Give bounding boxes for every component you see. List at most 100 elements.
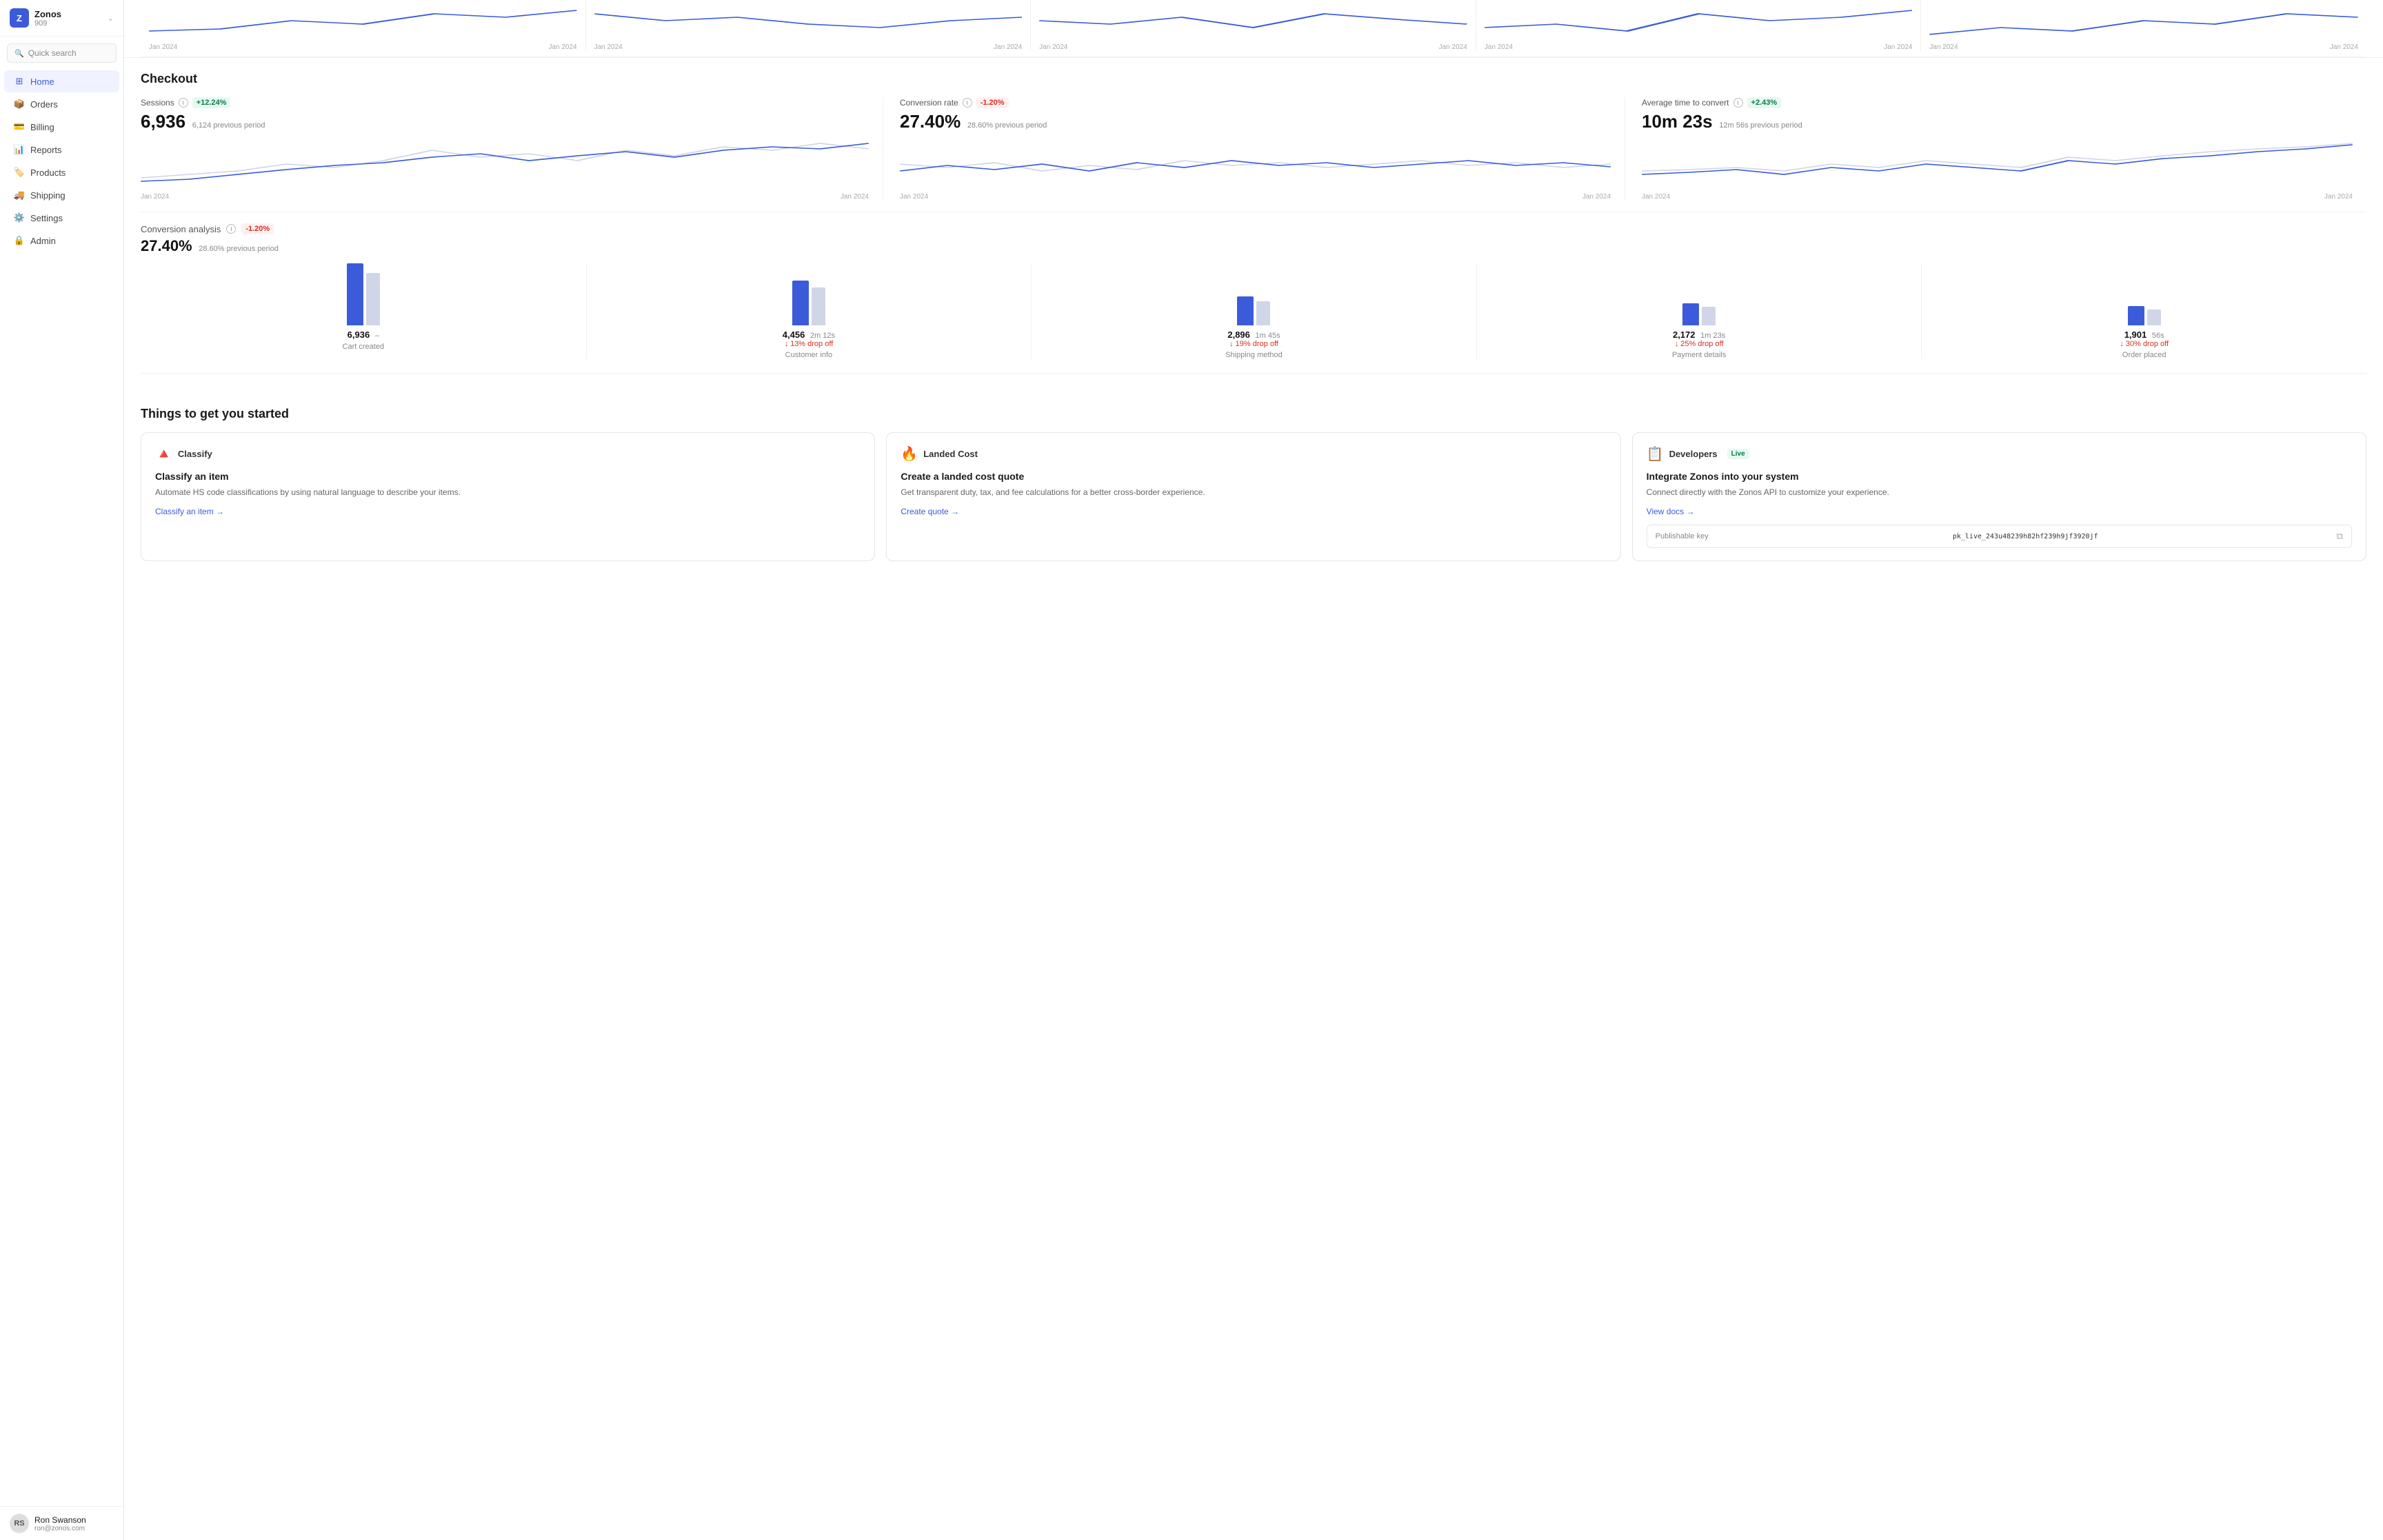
publishable-key-row: Publishable key pk_live_243u48239h82hf23… xyxy=(1647,525,2352,548)
quick-search[interactable]: 🔍 Quick search xyxy=(7,43,117,63)
sessions-value-row: 6,936 6,124 previous period xyxy=(141,111,869,132)
bar-prev xyxy=(2147,310,2161,325)
settings-icon: ⚙️ xyxy=(14,212,25,223)
analysis-value: 27.40% xyxy=(141,237,192,254)
feature-card-landed-cost: 🔥 Landed Cost Create a landed cost quote… xyxy=(886,432,1620,561)
analysis-prev: 28.60% previous period xyxy=(199,245,279,253)
sidebar-item-label: Reports xyxy=(30,145,62,155)
conversion-label: Conversion rate xyxy=(900,98,958,108)
search-icon: 🔍 xyxy=(14,49,24,58)
card-link[interactable]: Create quote → xyxy=(901,507,1606,516)
card-desc: Automate HS code classifications by usin… xyxy=(155,486,861,498)
bar-current xyxy=(347,263,363,325)
key-label: Publishable key xyxy=(1656,532,1709,540)
conversion-chart-labels: Jan 2024 Jan 2024 xyxy=(900,193,1611,201)
sidebar-item-shipping[interactable]: 🚚 Shipping xyxy=(4,184,119,206)
search-placeholder: Quick search xyxy=(28,48,77,58)
sidebar-item-billing[interactable]: 💳 Billing xyxy=(4,116,119,138)
sidebar-item-home[interactable]: ⊞ Home xyxy=(4,70,119,92)
funnel-label: Customer info xyxy=(785,351,832,359)
avg-time-chart xyxy=(1642,136,2353,192)
conversion-info-icon[interactable]: i xyxy=(963,98,972,108)
funnel-count: 2,172 xyxy=(1673,330,1696,340)
card-service-name: Landed Cost xyxy=(923,449,978,459)
avg-time-info-icon[interactable]: i xyxy=(1733,98,1743,108)
sidebar-item-reports[interactable]: 📊 Reports xyxy=(4,139,119,161)
conversion-value: 27.40% xyxy=(900,111,961,132)
sessions-label: Sessions xyxy=(141,98,174,108)
sessions-chart-labels: Jan 2024 Jan 2024 xyxy=(141,193,869,201)
funnel-drop: ↓ 13% drop off xyxy=(785,340,834,348)
sidebar-header: Z Zonos 909 ⌄ xyxy=(0,0,123,37)
avg-time-badge: +2.43% xyxy=(1747,97,1782,108)
conversion-prev: 28.60% previous period xyxy=(967,121,1047,130)
copy-icon[interactable]: ⧉ xyxy=(2337,531,2343,542)
funnel-item: 2,172 1m 23s ↓ 25% drop off Payment deta… xyxy=(1476,263,1922,359)
feature-card-developers: 📋 Developers Live Integrate Zonos into y… xyxy=(1632,432,2366,561)
funnel-label: Cart created xyxy=(343,343,385,351)
funnel-row: 6,936 – Cart created 4,456 2m 12s ↓ 13% … xyxy=(141,263,2366,359)
card-icon-row: 📋 Developers Live xyxy=(1647,445,2352,463)
chart-date-range: Jan 2024 Jan 2024 xyxy=(149,43,577,51)
avg-time-chart-labels: Jan 2024 Jan 2024 xyxy=(1642,193,2353,201)
top-chart-4: Jan 2024 Jan 2024 xyxy=(1476,0,1922,51)
live-badge: Live xyxy=(1727,449,1749,459)
funnel-item: 1,901 56s ↓ 30% drop off Order placed xyxy=(1921,263,2366,359)
funnel-count-row: 2,896 1m 45s xyxy=(1227,330,1280,340)
funnel-count: 1,901 xyxy=(2124,330,2147,340)
card-link[interactable]: Classify an item → xyxy=(155,507,861,516)
sidebar-item-products[interactable]: 🏷️ Products xyxy=(4,161,119,183)
sessions-info-icon[interactable]: i xyxy=(179,98,188,108)
top-charts-row: Jan 2024 Jan 2024 Jan 2024 Jan 2024 xyxy=(141,0,2366,57)
funnel-item: 2,896 1m 45s ↓ 19% drop off Shipping met… xyxy=(1031,263,1476,359)
billing-icon: 💳 xyxy=(14,121,25,132)
things-title: Things to get you started xyxy=(141,390,2366,432)
funnel-bar xyxy=(1237,263,1270,325)
home-icon: ⊞ xyxy=(14,76,25,87)
chart-date-range: Jan 2024 Jan 2024 xyxy=(1485,43,1913,51)
sidebar-nav: ⊞ Home 📦 Orders 💳 Billing 📊 Reports 🏷️ P… xyxy=(0,70,123,252)
sidebar-item-settings[interactable]: ⚙️ Settings xyxy=(4,207,119,229)
funnel-count-row: 1,901 56s xyxy=(2124,330,2164,340)
conversion-badge: -1.20% xyxy=(976,97,1009,108)
user-email: ron@zonos.com xyxy=(34,1525,86,1532)
sidebar-item-label: Admin xyxy=(30,236,56,246)
top-chart-5: Jan 2024 Jan 2024 xyxy=(1921,0,2366,51)
reports-icon: 📊 xyxy=(14,144,25,155)
sidebar-item-label: Shipping xyxy=(30,190,66,201)
bar-prev xyxy=(1702,307,1716,325)
avg-time-prev: 12m 56s previous period xyxy=(1719,121,1802,130)
sessions-prev: 6,124 previous period xyxy=(192,121,265,130)
funnel-label: Order placed xyxy=(2122,351,2166,359)
analysis-info-icon[interactable]: i xyxy=(226,224,236,234)
funnel-count: 6,936 xyxy=(348,330,370,340)
card-link[interactable]: View docs → xyxy=(1647,507,2352,516)
sessions-stat: Sessions i +12.24% 6,936 6,124 previous … xyxy=(141,97,883,201)
funnel-time: – xyxy=(375,332,379,340)
sidebar-item-orders[interactable]: 📦 Orders xyxy=(4,93,119,115)
conversion-analysis: Conversion analysis i -1.20% 27.40% 28.6… xyxy=(141,223,2366,374)
funnel-item: 6,936 – Cart created xyxy=(141,263,586,359)
sidebar-item-admin[interactable]: 🔒 Admin xyxy=(4,230,119,252)
conversion-header: Conversion rate i -1.20% xyxy=(900,97,1611,108)
card-emoji: 🔥 xyxy=(901,445,918,463)
shipping-icon: 🚚 xyxy=(14,190,25,201)
chart-date-range: Jan 2024 Jan 2024 xyxy=(1039,43,1467,51)
chevron-down-icon[interactable]: ⌄ xyxy=(108,14,114,23)
feature-card-classify: 🔺 Classify Classify an item Automate HS … xyxy=(141,432,875,561)
checkout-title: Checkout xyxy=(141,58,2366,97)
bar-current xyxy=(2128,306,2144,325)
funnel-drop: ↓ 25% drop off xyxy=(1675,340,1724,348)
card-title: Create a landed cost quote xyxy=(901,471,1606,482)
key-value: pk_live_243u48239h82hf239h9jf3920jf xyxy=(1953,533,2098,540)
funnel-count-row: 4,456 2m 12s xyxy=(783,330,835,340)
bar-prev xyxy=(1256,301,1270,325)
user-info: Ron Swanson ron@zonos.com xyxy=(34,1515,86,1532)
funnel-time: 2m 12s xyxy=(810,332,835,340)
checkout-stats: Sessions i +12.24% 6,936 6,124 previous … xyxy=(141,97,2366,212)
funnel-time: 1m 23s xyxy=(1700,332,1725,340)
main-content-inner: Checkout Sessions i +12.24% 6,936 6,124 … xyxy=(124,58,2383,589)
avatar: RS xyxy=(10,1514,29,1533)
logo-text: Zonos 909 xyxy=(34,9,61,28)
funnel-drop: ↓ 19% drop off xyxy=(1229,340,1278,348)
